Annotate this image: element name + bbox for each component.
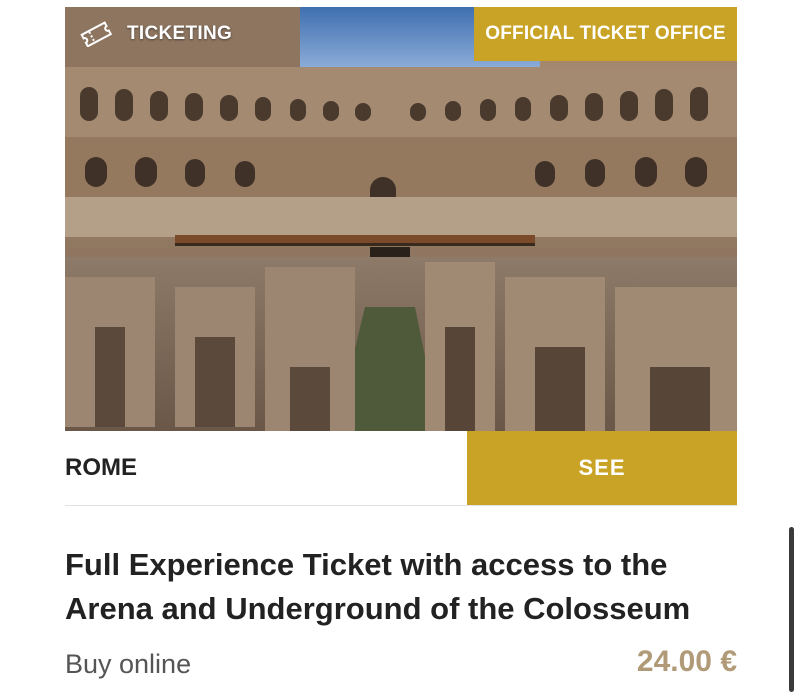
ticket-title[interactable]: Full Experience Ticket with access to th… <box>65 543 737 631</box>
buy-online-text: Buy online <box>65 649 192 679</box>
ticket-card[interactable]: TICKETING OFFICIAL TICKET OFFICE ROME SE… <box>65 7 737 699</box>
see-button[interactable]: SEE <box>467 431 737 505</box>
card-footer: Buy online 24.00 € <box>65 639 737 699</box>
category-label: TICKETING <box>127 23 233 44</box>
colosseum-photo[interactable]: TICKETING OFFICIAL TICKET OFFICE <box>65 7 737 431</box>
city-row: ROME SEE <box>65 431 737 506</box>
category-tag: TICKETING <box>65 7 246 61</box>
scrollbar[interactable] <box>789 527 794 692</box>
city-label: ROME <box>65 454 137 481</box>
official-badge: OFFICIAL TICKET OFFICE <box>474 7 737 61</box>
colosseum-image <box>65 7 737 431</box>
ticket-icon <box>79 21 113 47</box>
price: 24.00 € <box>636 645 737 678</box>
